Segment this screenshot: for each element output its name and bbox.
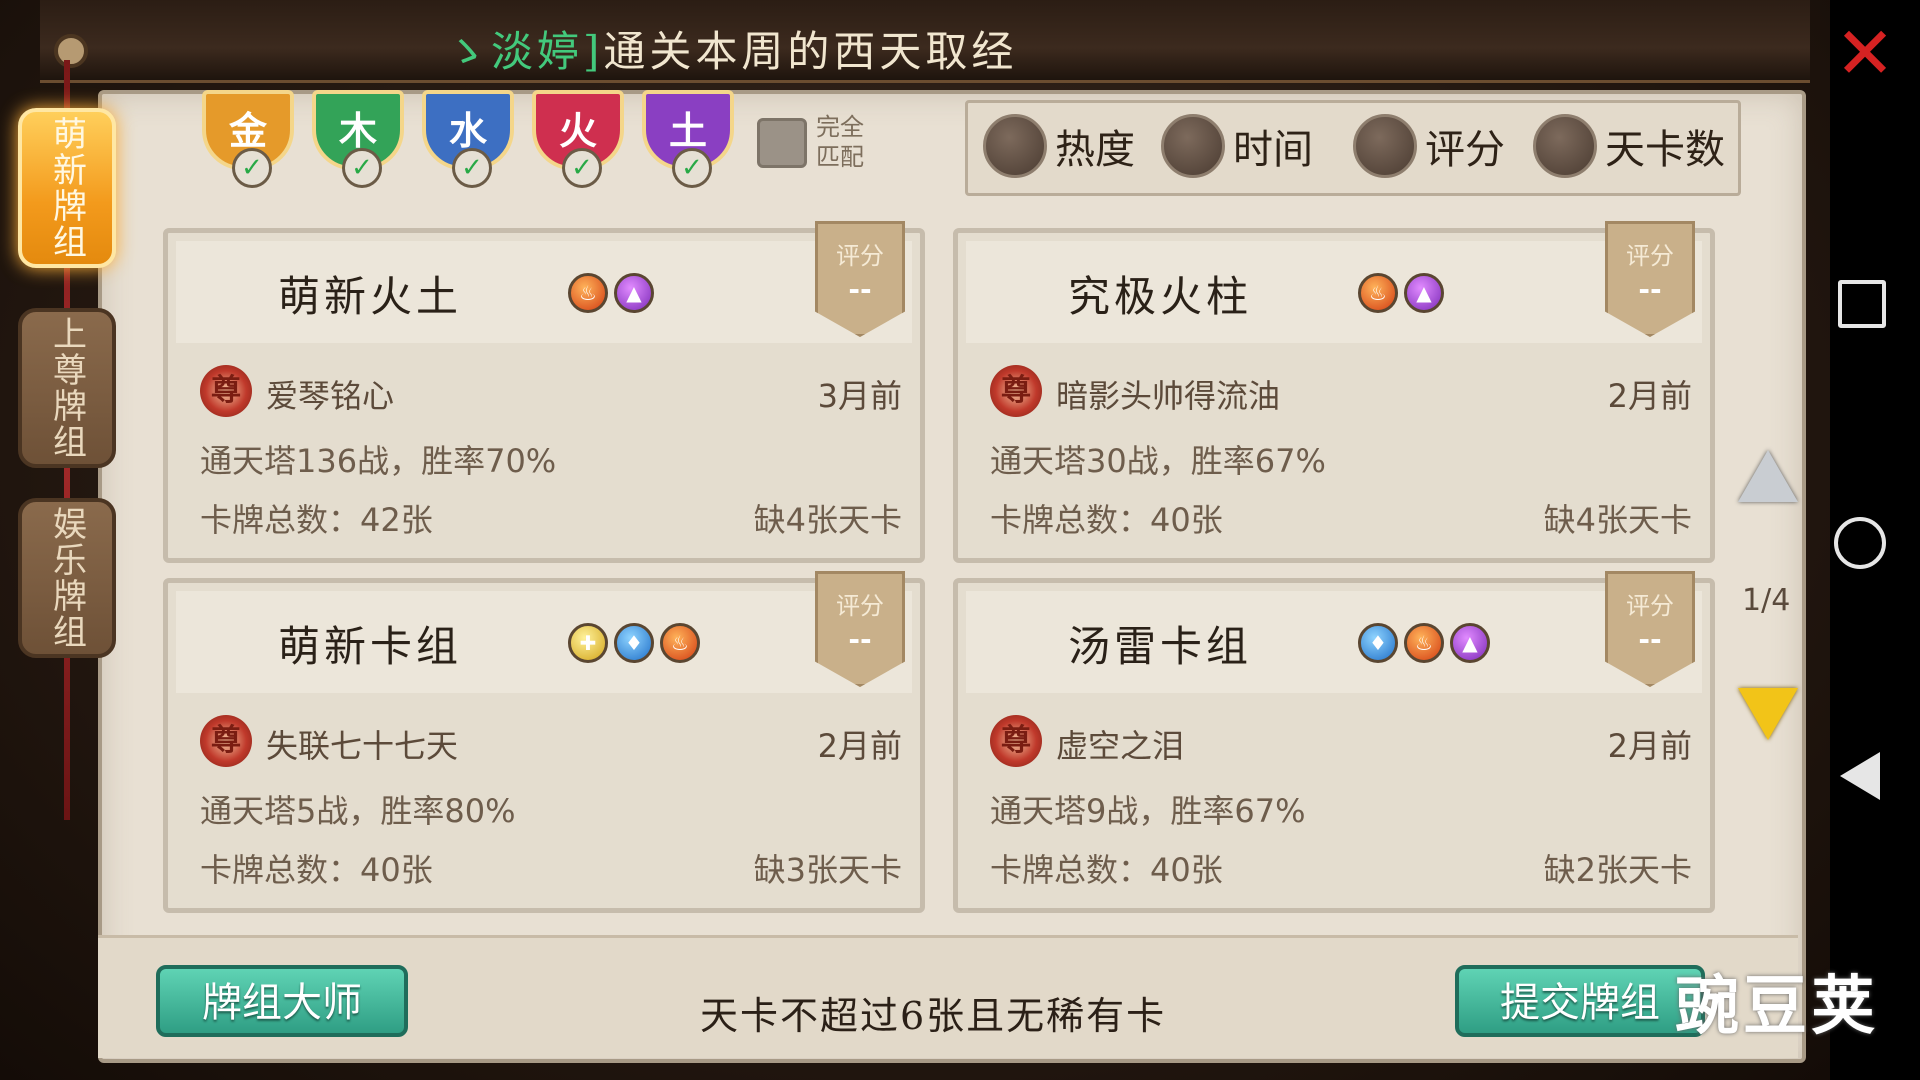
deck-stats: 通天塔9战，胜率67% xyxy=(990,792,1306,830)
deck-card[interactable]: 究极火柱 ♨ ▲ 评分 -- 尊 暗影头帅得流油 2月前 通天塔30战，胜率67%… xyxy=(953,221,1715,563)
deck-missing: 缺4张天卡 xyxy=(1543,501,1692,539)
sort-popularity[interactable]: 热度 xyxy=(983,114,1135,178)
full-match-checkbox[interactable] xyxy=(757,118,807,168)
deck-author: 虚空之泪 xyxy=(1056,727,1185,765)
deck-time: 2月前 xyxy=(817,727,902,765)
deck-author: 爱琴铭心 xyxy=(266,377,395,415)
home-icon[interactable] xyxy=(1834,517,1886,569)
deck-title: 萌新卡组 xyxy=(278,622,463,671)
deck-missing: 缺4张天卡 xyxy=(753,501,902,539)
deck-elements: ♦ ♨ ▲ xyxy=(1358,623,1490,663)
close-icon[interactable]: ✕ xyxy=(1830,17,1900,89)
hanging-knob-icon xyxy=(54,34,88,68)
deck-master-button[interactable]: 牌组大师 xyxy=(156,965,408,1037)
earth-element-icon: ▲ xyxy=(1404,273,1444,313)
check-icon: ✓ xyxy=(562,148,602,188)
check-icon: ✓ xyxy=(672,148,712,188)
radio-icon xyxy=(1161,114,1225,178)
deck-time: 2月前 xyxy=(1607,727,1692,765)
check-icon: ✓ xyxy=(232,148,272,188)
water-element-icon: ♦ xyxy=(614,623,654,663)
full-match-label: 完全匹配 xyxy=(816,113,864,171)
earth-element-icon: ▲ xyxy=(1450,623,1490,663)
deck-card[interactable]: 萌新卡组 ✚ ♦ ♨ 评分 -- 尊 失联七十七天 2月前 通天塔5战，胜率80%… xyxy=(163,571,925,913)
rank-badge-icon: 尊 xyxy=(200,365,252,417)
deck-stats: 通天塔30战，胜率67% xyxy=(990,442,1326,480)
top-banner: ゝ淡婷]通关本周的西天取经 xyxy=(40,0,1810,83)
filter-gold[interactable]: 金 ✓ xyxy=(202,90,294,188)
deck-stats: 通天塔5战，胜率80% xyxy=(200,792,516,830)
page-indicator: 1/4 xyxy=(1742,583,1791,618)
recent-apps-icon[interactable] xyxy=(1838,280,1886,328)
radio-icon xyxy=(1533,114,1597,178)
deck-stats: 通天塔136战，胜率70% xyxy=(200,442,557,480)
back-icon[interactable] xyxy=(1840,752,1880,800)
sort-rating[interactable]: 评分 xyxy=(1353,114,1505,178)
deck-author: 暗影头帅得流油 xyxy=(1056,377,1281,415)
fire-element-icon: ♨ xyxy=(568,273,608,313)
scroll-message: ゝ淡婷]通关本周的西天取经 xyxy=(445,18,1017,79)
fire-element-icon: ♨ xyxy=(1404,623,1444,663)
submit-deck-button[interactable]: 提交牌组 xyxy=(1455,965,1705,1037)
deck-elements: ✚ ♦ ♨ xyxy=(568,623,700,663)
rank-badge-icon: 尊 xyxy=(990,715,1042,767)
scroll-message-text: 通关本周的西天取经 xyxy=(603,27,1018,76)
deck-total: 卡牌总数：40张 xyxy=(990,851,1223,889)
deck-elements: ♨ ▲ xyxy=(568,273,654,313)
deck-elements: ♨ ▲ xyxy=(1358,273,1444,313)
sort-sky-cards[interactable]: 天卡数 xyxy=(1533,114,1725,178)
side-tab-newbie-decks[interactable]: 萌新牌组 xyxy=(18,108,116,268)
check-icon: ✓ xyxy=(452,148,492,188)
radio-icon xyxy=(983,114,1047,178)
radio-icon xyxy=(1353,114,1417,178)
page-up-arrow-icon[interactable] xyxy=(1738,450,1798,502)
rule-text: 天卡不超过6张且无稀有卡 xyxy=(700,994,1167,1038)
deck-total: 卡牌总数：42张 xyxy=(200,501,433,539)
deck-title: 萌新火土 xyxy=(278,272,463,321)
rank-badge-icon: 尊 xyxy=(990,365,1042,417)
gold-element-icon: ✚ xyxy=(568,623,608,663)
deck-time: 3月前 xyxy=(817,377,902,415)
sort-bar: 热度 时间 评分 天卡数 xyxy=(965,100,1741,196)
deck-card[interactable]: 汤雷卡组 ♦ ♨ ▲ 评分 -- 尊 虚空之泪 2月前 通天塔9战，胜率67% 卡… xyxy=(953,571,1715,913)
player-name: ゝ淡婷] xyxy=(445,27,604,76)
fire-element-icon: ♨ xyxy=(1358,273,1398,313)
check-icon: ✓ xyxy=(342,148,382,188)
sort-time[interactable]: 时间 xyxy=(1161,114,1313,178)
page-down-arrow-icon[interactable] xyxy=(1738,688,1798,740)
rank-badge-icon: 尊 xyxy=(200,715,252,767)
side-tab-fun-decks[interactable]: 娱乐牌组 xyxy=(18,498,116,658)
watermark-logo: 豌豆荚 xyxy=(1675,970,1879,1044)
fire-element-icon: ♨ xyxy=(660,623,700,663)
deck-missing: 缺2张天卡 xyxy=(1543,851,1692,889)
water-element-icon: ♦ xyxy=(1358,623,1398,663)
filter-water[interactable]: 水 ✓ xyxy=(422,90,514,188)
deck-title: 究极火柱 xyxy=(1068,272,1253,321)
deck-author: 失联七十七天 xyxy=(266,727,459,765)
deck-card[interactable]: 萌新火土 ♨ ▲ 评分 -- 尊 爱琴铭心 3月前 通天塔136战，胜率70% 卡… xyxy=(163,221,925,563)
filter-wood[interactable]: 木 ✓ xyxy=(312,90,404,188)
deck-total: 卡牌总数：40张 xyxy=(990,501,1223,539)
deck-title: 汤雷卡组 xyxy=(1068,622,1253,671)
filter-earth[interactable]: 土 ✓ xyxy=(642,90,734,188)
deck-missing: 缺3张天卡 xyxy=(753,851,902,889)
filter-fire[interactable]: 火 ✓ xyxy=(532,90,624,188)
earth-element-icon: ▲ xyxy=(614,273,654,313)
deck-total: 卡牌总数：40张 xyxy=(200,851,433,889)
deck-time: 2月前 xyxy=(1607,377,1692,415)
side-tab-master-decks[interactable]: 上尊牌组 xyxy=(18,308,116,468)
